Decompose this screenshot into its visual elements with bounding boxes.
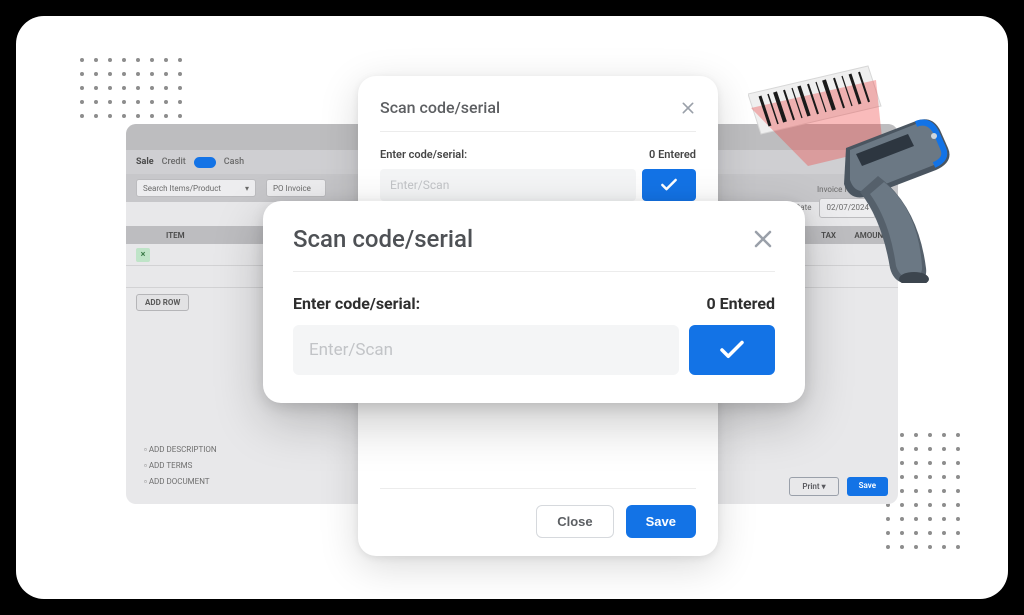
check-icon	[717, 335, 747, 365]
item-search-select[interactable]: Search Items/Product ▾	[136, 179, 256, 197]
code-input[interactable]: Enter/Scan	[293, 325, 679, 375]
entered-count-back: 0 Entered	[649, 148, 696, 161]
invoice-number-value: T3	[879, 185, 888, 194]
scan-modal-front: Scan code/serial Enter code/serial: 0 En…	[263, 201, 805, 403]
invoice-number-label: Invoice Number	[817, 185, 873, 194]
enter-code-label: Enter code/serial:	[293, 294, 420, 313]
cash-label: Cash	[224, 157, 244, 167]
check-icon	[659, 175, 679, 195]
entered-count: 0 Entered	[706, 294, 775, 313]
add-document-link[interactable]: ▫ ADD DOCUMENT	[144, 474, 217, 490]
credit-label: Credit	[162, 157, 186, 167]
col-item: ITEM	[166, 231, 185, 240]
col-tax: TAX	[821, 231, 836, 240]
modal-title-back: Scan code/serial	[380, 98, 500, 117]
enter-code-label-back: Enter code/serial:	[380, 148, 467, 161]
bg-print-button[interactable]: Print ▾	[789, 477, 838, 496]
decorative-dots-top-left	[80, 58, 182, 118]
confirm-button-back[interactable]	[642, 169, 696, 201]
add-description-link[interactable]: ▫ ADD DESCRIPTION	[144, 442, 217, 458]
code-input-back[interactable]: Enter/Scan	[380, 169, 636, 201]
close-icon[interactable]	[680, 100, 696, 116]
sale-label: Sale	[136, 157, 154, 167]
row-remove-icon[interactable]: ×	[136, 248, 150, 262]
close-icon[interactable]	[751, 227, 775, 251]
add-terms-link[interactable]: ▫ ADD TERMS	[144, 458, 217, 474]
col-amount: AMOUNT	[848, 231, 888, 240]
canvas: Sale Credit Cash Search Items/Product ▾ …	[16, 16, 1008, 599]
po-invoice-field[interactable]: PO Invoice	[266, 179, 326, 197]
credit-cash-toggle[interactable]	[194, 157, 216, 168]
close-button[interactable]: Close	[536, 505, 613, 538]
confirm-button[interactable]	[689, 325, 775, 375]
bg-save-button[interactable]: Save	[847, 477, 888, 496]
save-button[interactable]: Save	[626, 505, 696, 538]
invoice-date-value[interactable]: 02/07/2024	[819, 198, 876, 218]
modal-title: Scan code/serial	[293, 225, 473, 253]
add-row-button[interactable]: ADD ROW	[136, 294, 189, 311]
